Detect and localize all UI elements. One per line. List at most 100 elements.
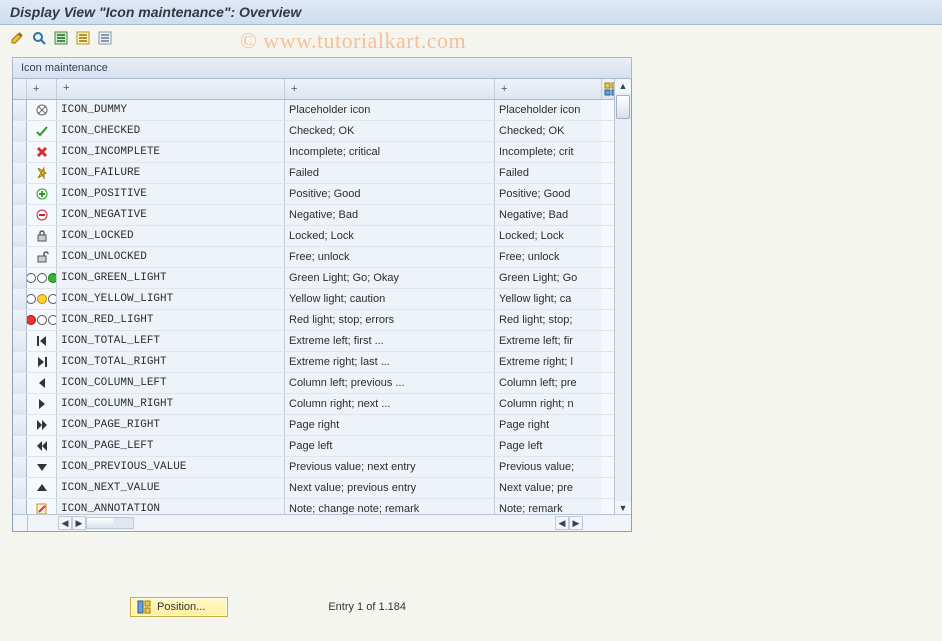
row-selector[interactable]	[13, 205, 27, 225]
col-right-icon	[27, 394, 57, 414]
table-row[interactable]: ICON_GREEN_LIGHTGreen Light; Go; OkayGre…	[13, 268, 631, 289]
row-selector[interactable]	[13, 226, 27, 246]
cell-shorttext: Incomplete; crit	[495, 142, 601, 162]
column-header-icon[interactable]: +	[27, 79, 57, 99]
cell-shorttext: Placeholder icon	[495, 100, 601, 120]
table-row[interactable]: ICON_TOTAL_LEFTExtreme left; first ...Ex…	[13, 331, 631, 352]
table-row[interactable]: ICON_YELLOW_LIGHTYellow light; cautionYe…	[13, 289, 631, 310]
next-value-icon	[27, 478, 57, 498]
unlocked-icon	[27, 247, 57, 267]
cell-icon-name: ICON_LOCKED	[57, 226, 285, 246]
table-row[interactable]: ICON_PREVIOUS_VALUEPrevious value; next …	[13, 457, 631, 478]
table-row[interactable]: ICON_FAILUREFailedFailed	[13, 163, 631, 184]
cell-icon-name: ICON_PREVIOUS_VALUE	[57, 457, 285, 477]
table-row[interactable]: ICON_CHECKEDChecked; OKChecked; OK	[13, 121, 631, 142]
cell-shorttext: Negative; Bad	[495, 205, 601, 225]
row-selector[interactable]	[13, 373, 27, 393]
table-row[interactable]: ICON_LOCKEDLocked; LockLocked; Lock	[13, 226, 631, 247]
cell-shorttext: Locked; Lock	[495, 226, 601, 246]
scroll-up-icon[interactable]: ▲	[615, 79, 631, 93]
position-button-label: Position...	[157, 601, 205, 613]
table-row[interactable]: ICON_UNLOCKEDFree; unlockFree; unlock	[13, 247, 631, 268]
checked-icon	[27, 121, 57, 141]
header-row-selector[interactable]	[13, 79, 27, 99]
table-row[interactable]: ICON_POSITIVEPositive; GoodPositive; Goo…	[13, 184, 631, 205]
scroll-down-icon[interactable]: ▼	[615, 501, 631, 515]
details-icon[interactable]	[30, 29, 48, 47]
hscroll-name[interactable]: ◀ ▶	[58, 516, 140, 530]
table-row[interactable]: ICON_RED_LIGHTRed light; stop; errorsRed…	[13, 310, 631, 331]
cell-shorttext: Free; unlock	[495, 247, 601, 267]
scroll-left-icon[interactable]: ◀	[58, 516, 72, 530]
entry-count-text: Entry 1 of 1.184	[328, 601, 406, 613]
cell-icon-name: ICON_NEXT_VALUE	[57, 478, 285, 498]
cell-quickinfo: Column left; previous ...	[285, 373, 495, 393]
row-selector[interactable]	[13, 142, 27, 162]
cell-shorttext: Yellow light; ca	[495, 289, 601, 309]
row-selector[interactable]	[13, 247, 27, 267]
locked-icon	[27, 226, 57, 246]
cell-icon-name: ICON_COLUMN_RIGHT	[57, 394, 285, 414]
scroll-left-icon[interactable]: ◀	[555, 516, 569, 530]
row-selector[interactable]	[13, 310, 27, 330]
column-header-desc1[interactable]: +	[285, 79, 495, 99]
toggle-display-change-icon[interactable]	[8, 29, 26, 47]
row-selector[interactable]	[13, 121, 27, 141]
vertical-scrollbar[interactable]: ▲ ▼	[614, 79, 631, 515]
hscroll-desc[interactable]: ◀ ▶	[555, 516, 613, 530]
cell-quickinfo: Failed	[285, 163, 495, 183]
table-row[interactable]: ICON_PAGE_RIGHTPage rightPage right	[13, 415, 631, 436]
table-row[interactable]: ICON_TOTAL_RIGHTExtreme right; last ...E…	[13, 352, 631, 373]
row-selector[interactable]	[13, 352, 27, 372]
cell-quickinfo: Page right	[285, 415, 495, 435]
cell-icon-name: ICON_POSITIVE	[57, 184, 285, 204]
scroll-right-icon[interactable]: ▶	[569, 516, 583, 530]
table-row[interactable]: ICON_COLUMN_RIGHTColumn right; next ...C…	[13, 394, 631, 415]
row-selector[interactable]	[13, 331, 27, 351]
cell-icon-name: ICON_TOTAL_LEFT	[57, 331, 285, 351]
position-icon	[137, 600, 151, 614]
cell-icon-name: ICON_COLUMN_LEFT	[57, 373, 285, 393]
select-block-icon[interactable]	[74, 29, 92, 47]
column-header-name[interactable]: +	[57, 79, 285, 99]
cell-quickinfo: Free; unlock	[285, 247, 495, 267]
table-row[interactable]: ICON_DUMMYPlaceholder iconPlaceholder ic…	[13, 100, 631, 121]
cell-quickinfo: Negative; Bad	[285, 205, 495, 225]
cell-quickinfo: Positive; Good	[285, 184, 495, 204]
row-selector[interactable]	[13, 436, 27, 456]
row-selector[interactable]	[13, 184, 27, 204]
table-row[interactable]: ICON_PAGE_LEFTPage leftPage left	[13, 436, 631, 457]
row-selector[interactable]	[13, 394, 27, 414]
row-selector[interactable]	[13, 268, 27, 288]
row-selector[interactable]	[13, 289, 27, 309]
cell-icon-name: ICON_NEGATIVE	[57, 205, 285, 225]
table-row[interactable]: ICON_NEXT_VALUENext value; previous entr…	[13, 478, 631, 499]
yellow-light-icon	[27, 289, 57, 309]
scrollbar-thumb[interactable]	[616, 95, 630, 119]
incomplete-icon	[27, 142, 57, 162]
deselect-all-icon[interactable]	[96, 29, 114, 47]
cell-quickinfo: Column right; next ...	[285, 394, 495, 414]
cell-quickinfo: Placeholder icon	[285, 100, 495, 120]
cell-shorttext: Column left; pre	[495, 373, 601, 393]
footer: Position... Entry 1 of 1.184	[0, 597, 942, 617]
position-button[interactable]: Position...	[130, 597, 228, 617]
cell-shorttext: Next value; pre	[495, 478, 601, 498]
row-selector[interactable]	[13, 415, 27, 435]
cell-quickinfo: Red light; stop; errors	[285, 310, 495, 330]
scroll-right-icon[interactable]: ▶	[72, 516, 86, 530]
cell-quickinfo: Page left	[285, 436, 495, 456]
row-selector[interactable]	[13, 457, 27, 477]
row-selector[interactable]	[13, 163, 27, 183]
select-all-icon[interactable]	[52, 29, 70, 47]
cell-shorttext: Failed	[495, 163, 601, 183]
table-row[interactable]: ICON_NEGATIVENegative; BadNegative; Bad	[13, 205, 631, 226]
prev-value-icon	[27, 457, 57, 477]
page-right-icon	[27, 415, 57, 435]
column-header-desc2[interactable]: +	[495, 79, 601, 99]
row-selector[interactable]	[13, 478, 27, 498]
table-row[interactable]: ICON_COLUMN_LEFTColumn left; previous ..…	[13, 373, 631, 394]
row-selector[interactable]	[13, 100, 27, 120]
table-row[interactable]: ICON_INCOMPLETEIncomplete; criticalIncom…	[13, 142, 631, 163]
cell-quickinfo: Locked; Lock	[285, 226, 495, 246]
